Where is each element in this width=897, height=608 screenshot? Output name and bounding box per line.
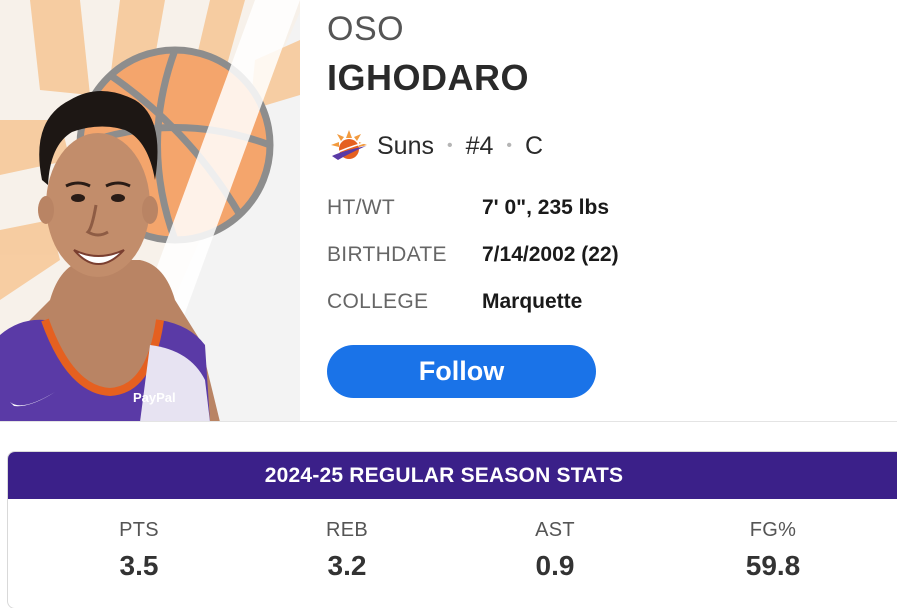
- stat-points: PTS 3.5: [69, 519, 209, 582]
- player-first-name: OSO: [327, 10, 405, 48]
- jersey-number: #4: [465, 131, 494, 160]
- stat-label: AST: [535, 519, 575, 541]
- stat-label: FG%: [749, 519, 797, 541]
- stat-value: 3.2: [327, 550, 367, 581]
- bio-value: Marquette: [482, 290, 583, 313]
- stat-assists: AST 0.9: [485, 519, 625, 582]
- bio-label: HT/WT: [327, 196, 395, 219]
- team-name[interactable]: Suns: [377, 132, 434, 161]
- follow-button[interactable]: Follow: [327, 345, 596, 398]
- stat-value: 3.5: [119, 550, 159, 581]
- bio-value: 7/14/2002 (22): [482, 243, 619, 266]
- team-info-row: Suns • #4 • C: [330, 128, 543, 164]
- divider: [0, 421, 897, 422]
- separator-dot: •: [506, 137, 513, 154]
- bio-value: 7' 0", 235 lbs: [482, 196, 610, 219]
- player-photo: PayPal: [0, 0, 300, 422]
- separator-dot: •: [446, 137, 453, 154]
- player-last-name: IGHODARO: [327, 57, 529, 98]
- suns-logo-icon: [331, 130, 367, 160]
- stat-label: PTS: [119, 519, 159, 541]
- bio-label: COLLEGE: [327, 290, 429, 313]
- stats-title: 2024-25 REGULAR SEASON STATS: [8, 452, 897, 499]
- svg-text:PayPal: PayPal: [133, 390, 176, 405]
- player-hero: PayPal OSO IGHODARO Suns • #4 • C HT/WT …: [0, 0, 897, 422]
- season-stats-card: 2024-25 REGULAR SEASON STATS PTS 3.5 REB…: [7, 451, 897, 608]
- bio-label: BIRTHDATE: [327, 243, 447, 266]
- player-position: C: [525, 131, 544, 160]
- stat-value: 0.9: [535, 550, 575, 581]
- stat-field-goal-pct: FG% 59.8: [703, 519, 843, 582]
- stat-value: 59.8: [745, 550, 801, 581]
- player-profile-page: PayPal OSO IGHODARO Suns • #4 • C HT/WT …: [0, 0, 897, 608]
- stat-label: REB: [325, 519, 369, 541]
- stat-rebounds: REB 3.2: [277, 519, 417, 582]
